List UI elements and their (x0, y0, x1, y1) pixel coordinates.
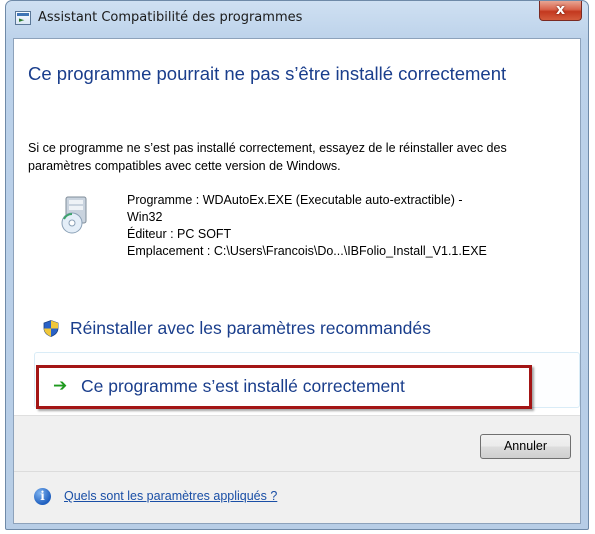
title-bar[interactable]: ► Assistant Compatibilité des programmes… (6, 1, 588, 37)
installed-correctly-option[interactable]: ➔ Ce programme s’est installé correcteme… (36, 365, 532, 409)
publisher-line: Éditeur : PC SOFT (127, 227, 232, 241)
uac-shield-icon (43, 320, 59, 337)
info-icon: i (34, 488, 51, 505)
program-line: Programme : WDAutoEx.EXE (Executable aut… (127, 193, 463, 207)
button-bar: Annuler (14, 415, 580, 472)
dialog-content: Ce programme pourrait ne pas s’être inst… (13, 38, 581, 524)
help-row: i Quels sont les paramètres appliqués ? (14, 472, 580, 523)
program-details: Programme : WDAutoEx.EXE (Executable aut… (127, 192, 577, 260)
window-title: Assistant Compatibilité des programmes (38, 10, 303, 25)
cancel-button[interactable]: Annuler (480, 434, 571, 459)
program-line-cont: Win32 (127, 210, 163, 224)
close-button[interactable]: x (539, 1, 582, 21)
settings-help-link[interactable]: Quels sont les paramètres appliqués ? (64, 489, 277, 503)
installed-correctly-label: Ce programme s’est installé correctement (81, 376, 405, 396)
green-arrow-icon: ➔ (53, 376, 68, 396)
dialog-window: ► Assistant Compatibilité des programmes… (5, 0, 589, 530)
installer-disc-icon (61, 196, 87, 234)
intro-text: Si ce programme ne s’est pas installé co… (28, 141, 507, 173)
close-icon: x (555, 2, 566, 18)
reinstall-option-label: Réinstaller avec les paramètres recomman… (70, 318, 431, 338)
main-heading: Ce programme pourrait ne pas s’être inst… (28, 63, 507, 84)
app-icon: ► (15, 11, 31, 25)
location-line: Emplacement : C:\Users\Francois\Do...\IB… (127, 244, 487, 258)
